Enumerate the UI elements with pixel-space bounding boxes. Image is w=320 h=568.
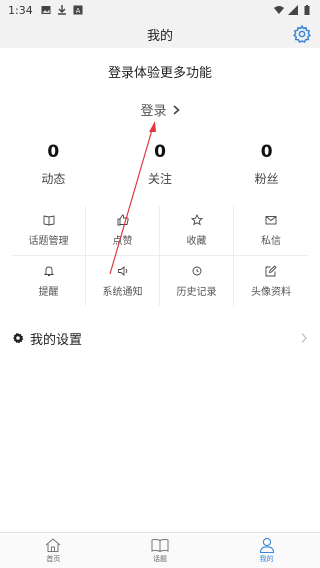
book-icon xyxy=(43,215,54,226)
thumbs-up-icon xyxy=(117,214,129,226)
tab-mine[interactable]: 我的 xyxy=(213,533,320,568)
grid-item-label: 历史记录 xyxy=(176,286,217,298)
notification-icons: A xyxy=(41,5,83,15)
download-icon xyxy=(57,5,66,15)
clock-icon xyxy=(192,266,201,275)
login-button[interactable]: 登录 xyxy=(0,100,320,119)
grid-item-label: 点赞 xyxy=(112,236,133,247)
settings-gear-icon[interactable] xyxy=(292,24,312,44)
status-bar: 1:34 A xyxy=(0,0,320,20)
grid-item-reminders[interactable]: 提醒 xyxy=(12,256,86,306)
chevron-right-icon xyxy=(172,104,180,115)
feature-grid: 话题管理 点赞 收藏 私信 提醒 系统通知 历史记录 头像资料 xyxy=(12,206,308,310)
stat-followers[interactable]: 0 粉丝 xyxy=(213,140,320,190)
grid-item-messages[interactable]: 私信 xyxy=(234,206,308,256)
page-title: 我的 xyxy=(146,28,173,44)
grid-item-history[interactable]: 历史记录 xyxy=(160,256,234,306)
grid-item-topic-management[interactable]: 话题管理 xyxy=(12,206,86,256)
edit-icon xyxy=(265,264,277,276)
login-label: 登录 xyxy=(140,104,167,119)
chevron-right-icon xyxy=(301,333,307,343)
tab-label: 首页 xyxy=(46,555,61,563)
stat-label: 动态 xyxy=(41,172,66,186)
book-open-icon xyxy=(151,538,169,553)
bottom-tab-bar: 首页 话题 我的 xyxy=(0,532,320,568)
status-time: 1:34 xyxy=(8,3,33,17)
app-notification-icon: A xyxy=(73,5,83,15)
signal-icon xyxy=(288,5,298,15)
stat-value: 0 xyxy=(47,142,60,162)
battery-icon xyxy=(304,5,310,15)
tab-topics[interactable]: 话题 xyxy=(107,533,214,568)
svg-text:A: A xyxy=(75,7,80,15)
grid-item-label: 收藏 xyxy=(186,236,207,247)
home-icon xyxy=(46,538,61,552)
grid-item-label: 头像资料 xyxy=(251,286,291,298)
stats-row: 0 动态 0 关注 0 粉丝 xyxy=(0,140,320,190)
login-headline: 登录体验更多功能 xyxy=(107,66,212,81)
image-notification-icon xyxy=(41,6,51,14)
system-icons xyxy=(274,5,312,15)
wifi-icon xyxy=(274,6,284,14)
person-icon xyxy=(259,537,274,553)
title-bar: 我的 xyxy=(0,20,320,48)
stat-following[interactable]: 0 关注 xyxy=(107,140,214,190)
grid-item-profile[interactable]: 头像资料 xyxy=(234,256,308,306)
grid-item-likes[interactable]: 点赞 xyxy=(86,206,160,256)
settings-label: 我的设置 xyxy=(30,332,83,348)
stat-label: 粉丝 xyxy=(254,172,279,186)
stat-dynamics[interactable]: 0 动态 xyxy=(0,140,107,190)
tab-home[interactable]: 首页 xyxy=(0,533,107,568)
grid-item-label: 系统通知 xyxy=(102,286,143,298)
bell-icon xyxy=(43,266,54,276)
star-icon xyxy=(190,214,203,226)
stat-value: 0 xyxy=(154,142,166,162)
stat-value: 0 xyxy=(260,142,273,162)
tab-label: 我的 xyxy=(259,555,274,563)
tab-label: 话题 xyxy=(153,555,167,563)
speaker-icon xyxy=(117,265,127,276)
grid-item-label: 提醒 xyxy=(38,286,59,298)
login-section: 登录体验更多功能 登录 xyxy=(0,48,320,138)
grid-item-system-notice[interactable]: 系统通知 xyxy=(86,256,160,306)
grid-item-label: 话题管理 xyxy=(28,236,69,247)
mail-icon xyxy=(265,216,277,225)
grid-item-label: 私信 xyxy=(261,236,281,247)
stat-label: 关注 xyxy=(148,172,173,186)
my-settings-row[interactable]: 我的设置 xyxy=(0,326,320,350)
gear-icon xyxy=(12,332,24,344)
grid-item-favorites[interactable]: 收藏 xyxy=(160,206,234,256)
